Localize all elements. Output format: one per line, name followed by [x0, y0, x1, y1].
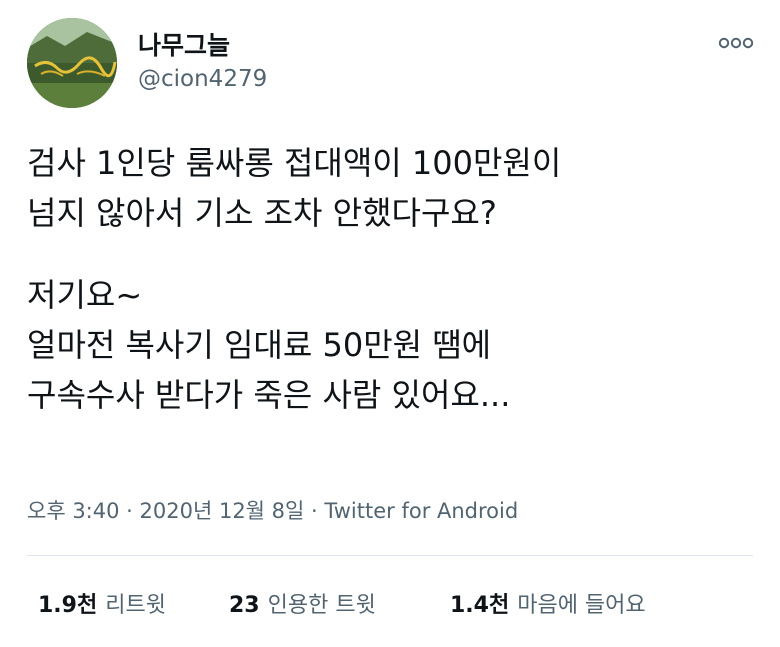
tweet-time[interactable]: 오후 3:40 — [27, 499, 119, 523]
divider — [27, 555, 753, 556]
stat-label: 마음에 들어요 — [517, 593, 646, 618]
tweet-text: 검사 1인당 룸싸롱 접대액이 100만원이 넘지 않아서 기소 조차 안했다구… — [27, 138, 767, 420]
user-handle[interactable]: @cion4279 — [138, 66, 267, 92]
tweet-meta: 오후 3:40 · 2020년 12월 8일 · Twitter for And… — [27, 495, 518, 525]
more-dots-icon[interactable] — [716, 34, 756, 52]
tweet-card: 나무그늘 @cion4279 검사 1인당 룸싸롱 접대액이 100만원이 넘지… — [0, 0, 780, 647]
meta-separator: · — [304, 499, 325, 523]
stat-number: 23 — [229, 593, 260, 618]
stat-label: 리트윗 — [105, 593, 166, 618]
tweet-text-line: 구속수사 받다가 죽은 사람 있어요... — [27, 376, 511, 414]
retweet-count[interactable]: 1.9천 리트윗 — [38, 587, 166, 619]
stat-number: 1.4천 — [450, 593, 510, 618]
avatar[interactable] — [27, 18, 117, 108]
tweet-text-line: 넘지 않아서 기소 조차 안했다구요? — [27, 194, 497, 232]
stat-number: 1.9천 — [38, 593, 98, 618]
user-display-name[interactable]: 나무그늘 — [138, 26, 230, 62]
tweet-date[interactable]: 2020년 12월 8일 — [140, 499, 305, 523]
like-count[interactable]: 1.4천 마음에 들어요 — [450, 587, 646, 619]
quote-tweet-count[interactable]: 23 인용한 트윗 — [229, 587, 376, 619]
tweet-text-line: 저기요~ — [27, 276, 143, 314]
avatar-landscape-image — [27, 18, 117, 108]
stat-label: 인용한 트윗 — [267, 593, 376, 618]
tweet-text-line: 얼마전 복사기 임대료 50만원 땜에 — [27, 326, 492, 364]
meta-separator: · — [119, 499, 140, 523]
tweet-source[interactable]: Twitter for Android — [324, 499, 518, 523]
tweet-text-line: 검사 1인당 룸싸롱 접대액이 100만원이 — [27, 144, 562, 182]
